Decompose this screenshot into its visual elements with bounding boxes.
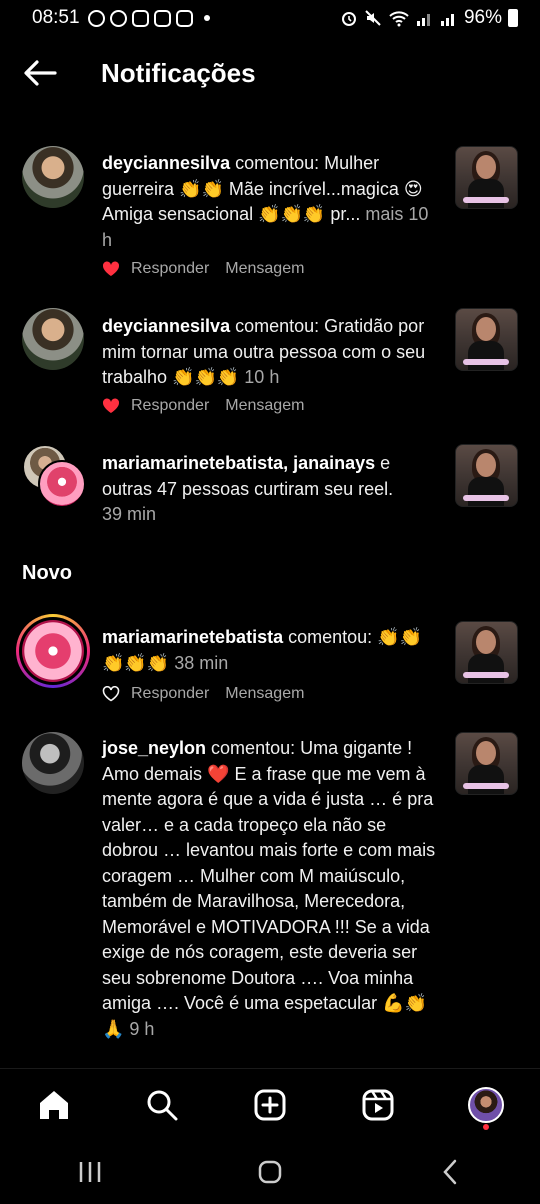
timestamp: 38 min bbox=[174, 652, 229, 673]
comment-body: comentou: Uma gigante ! Amo demais ❤️ E … bbox=[102, 738, 436, 1039]
reel-thumbnail[interactable] bbox=[455, 732, 518, 795]
notification-text[interactable]: deyciannesilva comentou: Mulher guerreir… bbox=[102, 151, 442, 253]
timestamp: 39 min bbox=[102, 504, 157, 524]
nav-reels[interactable] bbox=[353, 1080, 403, 1130]
system-back-button[interactable] bbox=[420, 1147, 480, 1197]
avatar bbox=[38, 460, 86, 508]
like-button[interactable] bbox=[102, 261, 120, 277]
avatar[interactable] bbox=[22, 146, 84, 208]
instagram-icon bbox=[153, 9, 171, 27]
arrow-left-icon bbox=[24, 60, 57, 86]
story-avatar[interactable] bbox=[16, 614, 90, 688]
system-indicators: 96% bbox=[340, 7, 518, 29]
battery-icon bbox=[508, 9, 518, 27]
username[interactable]: jose_neylon bbox=[102, 738, 206, 758]
username[interactable]: janainays bbox=[293, 453, 375, 473]
app-header: Notificações bbox=[0, 46, 540, 100]
comment-actions: Responder Mensagem bbox=[102, 260, 320, 278]
notification-item[interactable]: deyciannesilva comentou: Gratidão por mi… bbox=[0, 308, 540, 418]
message-button[interactable]: Mensagem bbox=[225, 685, 304, 703]
username[interactable]: mariamarinetebatista bbox=[102, 453, 283, 473]
plus-square-icon bbox=[254, 1089, 286, 1120]
notification-item[interactable]: jose_neylon comentou: Uma gigante ! Amo … bbox=[0, 732, 540, 1068]
reply-button[interactable]: Responder bbox=[131, 260, 209, 278]
notification-item[interactable]: mariamarinetebatista, janainays e outras… bbox=[0, 444, 540, 534]
notification-item[interactable]: mariamarinetebatista comentou: 👏👏 👏👏👏 38… bbox=[0, 614, 540, 714]
recent-apps-button[interactable] bbox=[60, 1147, 120, 1197]
wifi-icon bbox=[389, 11, 409, 27]
nav-home[interactable] bbox=[29, 1080, 79, 1130]
recent-apps-icon bbox=[79, 1162, 101, 1182]
notification-text[interactable]: mariamarinetebatista, janainays e outras… bbox=[102, 451, 442, 528]
home-circle-icon bbox=[258, 1160, 282, 1184]
username[interactable]: deyciannesilva bbox=[102, 153, 230, 173]
profile-avatar bbox=[468, 1086, 504, 1123]
notification-text[interactable]: deyciannesilva comentou: Gratidão por mi… bbox=[102, 314, 442, 391]
battery-level: 96% bbox=[463, 7, 502, 28]
chat-icon bbox=[109, 9, 127, 27]
back-button[interactable] bbox=[20, 53, 60, 93]
notification-icons bbox=[87, 9, 210, 27]
reel-thumbnail[interactable] bbox=[455, 621, 518, 684]
home-icon bbox=[40, 1090, 68, 1119]
nav-search[interactable] bbox=[137, 1080, 187, 1130]
notification-item[interactable]: deyciannesilva comentou: Mulher guerreir… bbox=[0, 146, 540, 286]
username[interactable]: mariamarinetebatista bbox=[102, 627, 283, 647]
like-button[interactable] bbox=[102, 398, 120, 414]
nav-create[interactable] bbox=[245, 1080, 295, 1130]
heart-filled-icon bbox=[102, 398, 120, 413]
reel-thumbnail[interactable] bbox=[455, 444, 518, 507]
timestamp: 10 h bbox=[244, 367, 280, 387]
page-title: Notificações bbox=[101, 57, 256, 88]
signal-icon bbox=[440, 14, 454, 26]
notification-dot bbox=[483, 1123, 489, 1130]
more-notifications-dot bbox=[203, 15, 210, 21]
notification-text[interactable]: jose_neylon comentou: Uma gigante ! Amo … bbox=[102, 736, 442, 1042]
avatar[interactable] bbox=[22, 308, 84, 370]
signal-icon bbox=[416, 14, 430, 26]
like-button[interactable] bbox=[102, 686, 120, 702]
nav-profile[interactable] bbox=[461, 1080, 511, 1130]
more-link[interactable]: mais bbox=[365, 204, 403, 224]
message-button[interactable]: Mensagem bbox=[225, 397, 304, 415]
reply-button[interactable]: Responder bbox=[131, 685, 209, 703]
chevron-left-icon bbox=[443, 1159, 457, 1185]
timestamp: 9 h bbox=[129, 1018, 155, 1039]
alarm-icon bbox=[341, 12, 356, 26]
heart-outline-icon bbox=[102, 686, 120, 702]
mute-icon bbox=[365, 10, 381, 26]
section-title-new: Novo bbox=[22, 562, 72, 584]
username[interactable]: deyciannesilva bbox=[102, 316, 230, 336]
notification-text[interactable]: mariamarinetebatista comentou: 👏👏 👏👏👏 38… bbox=[102, 625, 442, 676]
instagram-icon bbox=[175, 9, 193, 27]
bottom-navigation bbox=[0, 1068, 540, 1140]
reply-button[interactable]: Responder bbox=[131, 397, 209, 415]
message-button[interactable]: Mensagem bbox=[225, 260, 304, 278]
whatsapp-icon bbox=[87, 9, 105, 27]
instagram-icon bbox=[131, 9, 149, 27]
username-separator: , bbox=[283, 453, 294, 473]
reel-thumbnail[interactable] bbox=[455, 308, 518, 371]
home-button[interactable] bbox=[240, 1147, 300, 1197]
heart-filled-icon bbox=[102, 261, 120, 276]
reel-thumbnail[interactable] bbox=[455, 146, 518, 209]
search-icon bbox=[147, 1090, 178, 1120]
status-bar: 08:51 96% bbox=[0, 0, 540, 36]
reels-icon bbox=[362, 1089, 394, 1120]
system-navigation bbox=[0, 1140, 540, 1204]
status-time: 08:51 bbox=[32, 7, 80, 28]
comment-actions: Responder Mensagem bbox=[102, 397, 320, 415]
comment-actions: Responder Mensagem bbox=[102, 685, 320, 703]
avatar[interactable] bbox=[22, 732, 84, 794]
avatar-stack[interactable] bbox=[22, 444, 88, 510]
